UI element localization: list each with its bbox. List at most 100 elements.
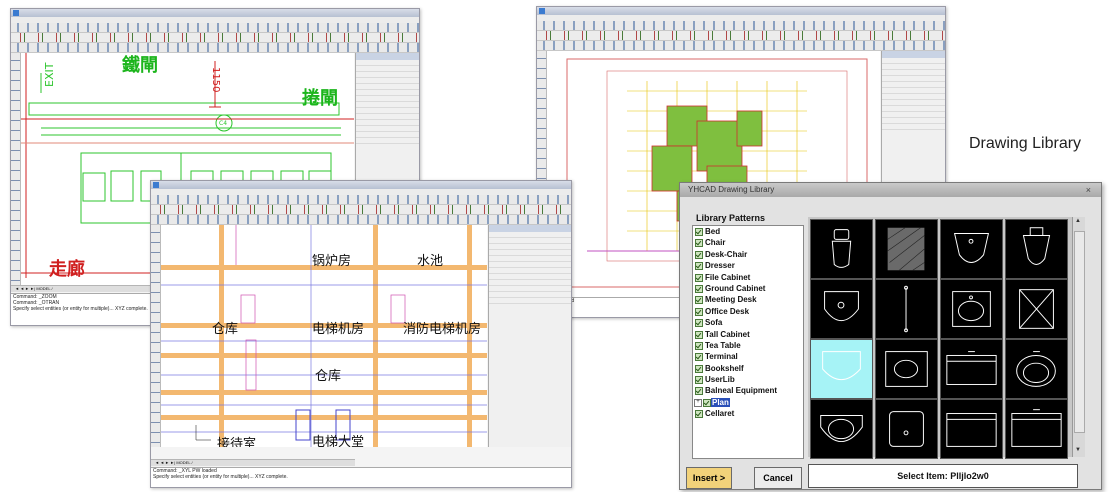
command-line[interactable]: Command: _XYL PW loaded Specify select e… <box>151 467 571 487</box>
long-counter-icon <box>946 413 997 447</box>
toolbar-row-3[interactable] <box>537 41 945 51</box>
checkbox-icon[interactable] <box>695 330 703 339</box>
checkbox-icon[interactable] <box>695 273 703 282</box>
pattern-tile[interactable] <box>810 279 873 339</box>
app-icon <box>13 10 19 16</box>
scroll-up-icon[interactable]: ▲ <box>1075 218 1081 224</box>
checkbox-icon[interactable] <box>695 376 703 385</box>
checkbox-icon[interactable] <box>695 284 703 293</box>
insert-button[interactable]: Insert > <box>686 467 732 489</box>
scroll-thumb[interactable] <box>1074 231 1085 433</box>
pattern-scrollbar[interactable]: ▲ ▼ <box>1072 217 1085 457</box>
label-pool: 水池 <box>417 254 444 269</box>
checkbox-icon[interactable] <box>695 341 703 350</box>
label-reception: 接待室 <box>217 437 257 447</box>
toolbar-row-2[interactable] <box>151 205 571 215</box>
left-toolbox[interactable] <box>151 225 161 447</box>
label-corridor: 走廊 <box>49 259 85 280</box>
vanity-icon <box>885 351 928 387</box>
panel-row[interactable] <box>356 138 419 144</box>
panel-row[interactable] <box>489 298 571 304</box>
tree-item-sofa[interactable]: Sofa <box>693 317 803 328</box>
toolbar-row-2[interactable] <box>537 31 945 41</box>
tree-item-ground-cabinet[interactable]: Ground Cabinet <box>693 283 803 294</box>
pattern-tile[interactable] <box>1005 279 1068 339</box>
pattern-tile[interactable] <box>1005 339 1068 399</box>
panel-row[interactable] <box>882 124 945 130</box>
close-icon[interactable]: × <box>1086 183 1091 197</box>
tree-item-bed[interactable]: Bed <box>693 226 803 237</box>
checkbox-icon[interactable] <box>695 262 703 271</box>
checkbox-icon[interactable] <box>695 239 703 248</box>
cancel-button[interactable]: Cancel <box>754 467 802 489</box>
pattern-tile[interactable] <box>810 399 873 459</box>
left-toolbox[interactable] <box>11 53 21 285</box>
drawing-library-dialog: YHCAD Drawing Library × Library Patterns… <box>679 182 1102 490</box>
command-line-2: Specify select entities (or entity for m… <box>153 474 288 480</box>
tree-item-office-desk[interactable]: Office Desk <box>693 306 803 317</box>
panel-header <box>882 51 945 58</box>
checkbox-icon[interactable] <box>695 410 703 419</box>
toolbar-row-1[interactable] <box>151 195 571 205</box>
pattern-tile[interactable] <box>1005 399 1068 459</box>
tree-item-file-cabinet[interactable]: File Cabinet <box>693 272 803 283</box>
tree-item-meeting-desk[interactable]: Meeting Desk <box>693 294 803 305</box>
pattern-tile[interactable] <box>940 399 1003 459</box>
checkbox-icon[interactable] <box>695 307 703 316</box>
pattern-tile[interactable] <box>1005 219 1068 279</box>
app-icon <box>153 182 159 188</box>
double-counter-icon <box>1011 409 1062 447</box>
tree-item-dresser[interactable]: Dresser <box>693 260 803 271</box>
tree-item-balneal-equipment[interactable]: Balneal Equipment <box>693 385 803 396</box>
pattern-tile[interactable] <box>875 219 938 279</box>
checkbox-icon[interactable] <box>695 296 703 305</box>
pattern-tile[interactable] <box>940 219 1003 279</box>
tree-item-chair[interactable]: Chair <box>693 237 803 248</box>
tree-item-terminal[interactable]: Terminal <box>693 351 803 362</box>
pattern-tile[interactable] <box>810 219 873 279</box>
toolbar-row-3[interactable] <box>151 215 571 225</box>
tree-item-desk-chair[interactable]: Desk-Chair <box>693 249 803 260</box>
library-tree[interactable]: Bed Chair Desk-Chair Dresser File Cabine… <box>692 225 804 459</box>
tree-item-cellaret[interactable]: Cellaret <box>693 408 803 419</box>
pattern-tile[interactable] <box>940 339 1003 399</box>
scroll-down-icon[interactable]: ▼ <box>1075 447 1081 453</box>
toolbar-row-1[interactable] <box>11 23 419 33</box>
basin-icon <box>953 233 990 264</box>
label-boiler-room: 锅炉房 <box>312 254 352 269</box>
checkbox-icon[interactable] <box>695 364 703 373</box>
pattern-preview-grid[interactable] <box>808 217 1072 459</box>
drawing-canvas[interactable]: 锅炉房 水池 仓库 电梯机房 消防电梯机房 仓库 接待室 电梯大堂 <box>161 225 487 447</box>
toolbar-row-3[interactable] <box>11 43 419 53</box>
sink-icon <box>824 291 859 322</box>
label-warehouse: 仓库 <box>212 322 239 337</box>
pattern-tile[interactable] <box>875 399 938 459</box>
tree-item-bookshelf[interactable]: Bookshelf <box>693 363 803 374</box>
pattern-tile[interactable] <box>875 339 938 399</box>
window-titlebar <box>11 9 419 17</box>
label-c4: C4 <box>219 120 228 127</box>
properties-panel[interactable] <box>488 225 571 447</box>
dialog-titlebar: YHCAD Drawing Library × <box>680 183 1101 197</box>
checkbox-icon[interactable] <box>695 353 703 362</box>
round-basin-icon <box>820 414 863 443</box>
window-titlebar <box>151 181 571 189</box>
checkbox-icon[interactable] <box>703 398 711 407</box>
checkbox-icon[interactable] <box>695 228 703 236</box>
checkbox-icon[interactable] <box>695 250 703 259</box>
pattern-tile-selected[interactable] <box>810 339 873 399</box>
tree-item-tall-cabinet[interactable]: Tall Cabinet <box>693 329 803 340</box>
checkbox-icon[interactable] <box>695 387 703 396</box>
tree-item-plan[interactable]: + Plan <box>693 397 803 408</box>
floor-drain-icon <box>1019 289 1054 329</box>
toolbar-row-2[interactable] <box>11 33 419 43</box>
checkbox-icon[interactable] <box>695 319 703 328</box>
tree-item-tea-table[interactable]: Tea Table <box>693 340 803 351</box>
layout-tabs[interactable]: ◄ ◄ ► ►| MODEL / <box>151 459 355 466</box>
tree-item-userlib[interactable]: UserLib <box>693 374 803 385</box>
pattern-tile[interactable] <box>940 279 1003 339</box>
expand-icon[interactable]: + <box>694 398 702 407</box>
cad-window-middle: 锅炉房 水池 仓库 电梯机房 消防电梯机房 仓库 接待室 电梯大堂 ◄ ◄ ► … <box>150 180 572 488</box>
pattern-tile[interactable] <box>875 279 938 339</box>
toolbar-row-1[interactable] <box>537 21 945 31</box>
